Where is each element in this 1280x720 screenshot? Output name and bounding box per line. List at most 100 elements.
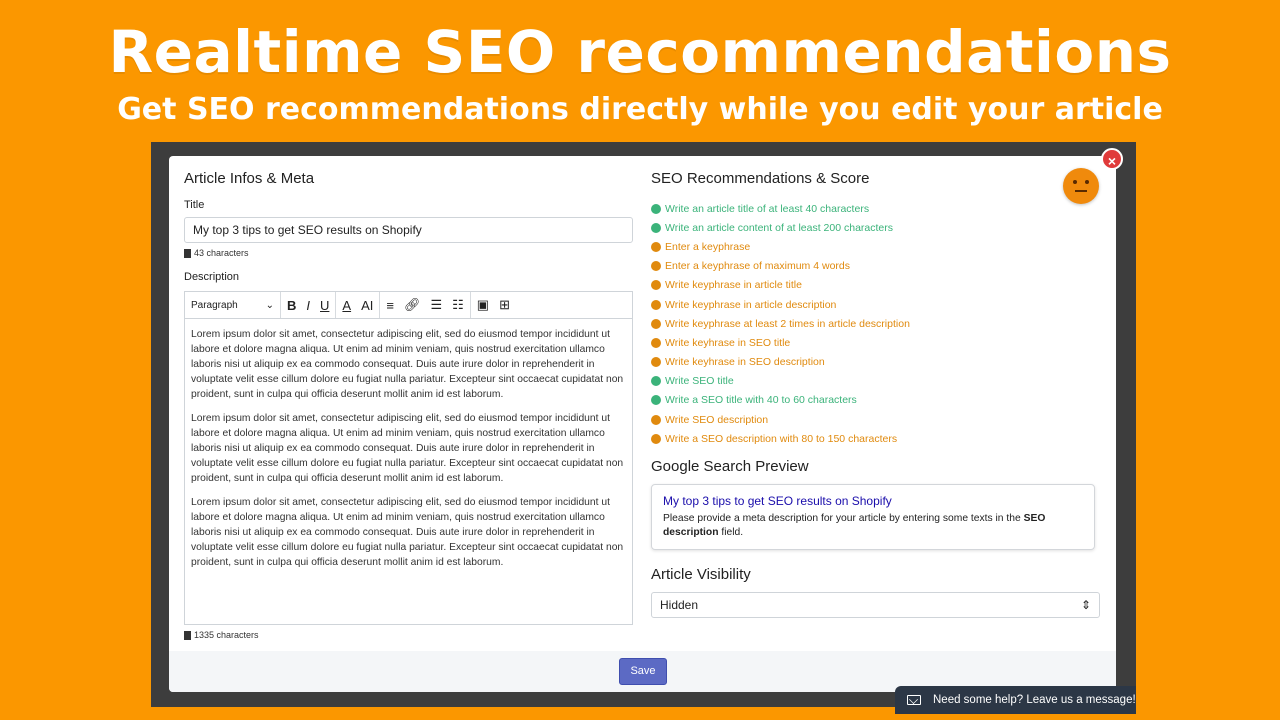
recommendation-list: Write an article title of at least 40 ch… bbox=[651, 199, 1101, 448]
title-char-counter: 43 characters bbox=[184, 248, 633, 258]
underline-button[interactable]: U bbox=[320, 298, 329, 313]
align-icon[interactable]: ≡ bbox=[386, 298, 394, 313]
link-icon[interactable]: 🔗︎ bbox=[404, 297, 421, 313]
recommendation-item: Write a SEO title with 40 to 60 characte… bbox=[651, 391, 1101, 410]
help-chat-button[interactable]: Need some help? Leave us a message! bbox=[895, 686, 1136, 714]
mail-icon bbox=[907, 695, 921, 705]
face-eye bbox=[1085, 180, 1089, 184]
recommendation-item: Enter a keyphrase of maximum 4 words bbox=[651, 257, 1101, 276]
recommendation-item: Write keyphrase in article description bbox=[651, 295, 1101, 314]
success-dot-icon bbox=[651, 222, 661, 233]
visibility-value: Hidden bbox=[660, 598, 699, 613]
google-search-preview: My top 3 tips to get SEO results on Shop… bbox=[651, 484, 1095, 551]
preview-description: Please provide a meta description for yo… bbox=[663, 512, 1083, 540]
success-dot-icon bbox=[651, 376, 661, 387]
warning-dot-icon bbox=[651, 299, 661, 310]
media-group: ▣ ⊞ bbox=[471, 292, 516, 318]
visibility-select[interactable]: Hidden ⇕ bbox=[651, 592, 1100, 619]
recommendation-item: Enter a keyphrase bbox=[651, 237, 1101, 256]
description-count: 1335 characters bbox=[194, 630, 259, 640]
title-label: Title bbox=[184, 199, 205, 211]
recommendation-item: Write an article title of at least 40 ch… bbox=[651, 199, 1101, 218]
face-mouth bbox=[1075, 190, 1087, 192]
warning-dot-icon bbox=[651, 337, 661, 348]
select-arrows-icon: ⇕ bbox=[1080, 598, 1091, 613]
font-color-button[interactable]: A bbox=[342, 298, 351, 313]
recommendation-item: Write a SEO description with 80 to 150 c… bbox=[651, 429, 1101, 448]
bold-button[interactable]: B bbox=[287, 298, 296, 313]
preview-desc-text: Please provide a meta description for yo… bbox=[663, 513, 1024, 525]
warning-dot-icon bbox=[651, 357, 661, 368]
warning-dot-icon bbox=[651, 318, 661, 329]
editor-toolbar: Paragraph ⌄ B I U A AI ≡ 🔗︎ ☰ ☷ ▣ ⊞ bbox=[185, 292, 632, 319]
recommendation-text: Write SEO title bbox=[665, 375, 734, 388]
rich-text-editor: Paragraph ⌄ B I U A AI ≡ 🔗︎ ☰ ☷ ▣ ⊞ Lore… bbox=[184, 291, 633, 625]
recommendation-text: Write keyphrase in article title bbox=[665, 279, 802, 292]
banner-subtitle: Get SEO recommendations directly while y… bbox=[117, 92, 1163, 127]
description-label: Description bbox=[184, 271, 240, 283]
title-count: 43 characters bbox=[194, 248, 249, 258]
bulleted-list-icon[interactable]: ☰ bbox=[430, 297, 442, 313]
editor-content[interactable]: Lorem ipsum dolor sit amet, consectetur … bbox=[185, 319, 632, 624]
recommendation-text: Write SEO description bbox=[665, 413, 769, 426]
recommendation-text: Write keyphrase in article description bbox=[665, 298, 837, 311]
help-label: Need some help? Leave us a message! bbox=[933, 694, 1136, 706]
recommendation-text: Write an article title of at least 40 ch… bbox=[665, 202, 870, 215]
font-size-button[interactable]: AI bbox=[361, 298, 373, 313]
image-icon[interactable]: ▣ bbox=[477, 297, 489, 313]
visibility-title: Article Visibility bbox=[651, 566, 751, 584]
preview-link: My top 3 tips to get SEO results on Shop… bbox=[663, 494, 892, 509]
text-style-group: B I U bbox=[281, 292, 337, 318]
recommendation-text: Write keyhrase in SEO title bbox=[665, 336, 791, 349]
recommendation-text: Write keyphrase at least 2 times in arti… bbox=[665, 317, 910, 330]
document-icon bbox=[184, 630, 191, 640]
banner-title: Realtime SEO recommendations bbox=[108, 18, 1172, 86]
italic-button[interactable]: I bbox=[306, 298, 310, 313]
paragraph: Lorem ipsum dolor sit amet, consectetur … bbox=[191, 329, 624, 400]
seo-score-face-icon bbox=[1063, 168, 1099, 204]
article-section-title: Article Infos & Meta bbox=[184, 170, 315, 187]
document-icon bbox=[184, 248, 191, 258]
preview-desc-end: field. bbox=[718, 527, 744, 539]
warning-dot-icon bbox=[651, 414, 661, 425]
recommendation-text: Enter a keyphrase bbox=[665, 240, 751, 253]
format-select-value: Paragraph bbox=[191, 299, 238, 311]
face-eye bbox=[1073, 180, 1077, 184]
recommendation-text: Enter a keyphrase of maximum 4 words bbox=[665, 260, 850, 273]
warning-dot-icon bbox=[651, 241, 661, 252]
title-input[interactable]: My top 3 tips to get SEO results on Shop… bbox=[184, 217, 633, 243]
recommendation-item: Write an article content of at least 200… bbox=[651, 218, 1101, 237]
chevron-down-icon: ⌄ bbox=[265, 299, 274, 311]
recommendation-text: Write a SEO description with 80 to 150 c… bbox=[665, 432, 898, 445]
recommendation-item: Write SEO description bbox=[651, 410, 1101, 429]
close-icon[interactable]: × bbox=[1101, 148, 1123, 170]
recommendation-text: Write a SEO title with 40 to 60 characte… bbox=[665, 394, 857, 407]
recommendation-item: Write keyphrase in article title bbox=[651, 276, 1101, 295]
numbered-list-icon[interactable]: ☷ bbox=[452, 297, 464, 313]
font-group: A AI bbox=[336, 292, 381, 318]
insert-group: ≡ 🔗︎ ☰ ☷ bbox=[380, 292, 471, 318]
success-dot-icon bbox=[651, 203, 661, 214]
recommendation-item: Write keyphrase at least 2 times in arti… bbox=[651, 314, 1101, 333]
warning-dot-icon bbox=[651, 261, 661, 272]
recommendation-item: Write SEO title bbox=[651, 372, 1101, 391]
warning-dot-icon bbox=[651, 433, 661, 444]
format-select[interactable]: Paragraph ⌄ bbox=[185, 292, 281, 318]
success-dot-icon bbox=[651, 395, 661, 406]
recommendation-item: Write keyhrase in SEO title bbox=[651, 333, 1101, 352]
article-infos-panel: Article Infos & Meta Title My top 3 tips… bbox=[184, 170, 633, 640]
seo-panel: SEO Recommendations & Score Write an art… bbox=[651, 168, 1101, 619]
google-preview-title: Google Search Preview bbox=[651, 458, 809, 476]
description-char-counter: 1335 characters bbox=[184, 630, 633, 640]
paragraph: Lorem ipsum dolor sit amet, consectetur … bbox=[191, 497, 624, 568]
warning-dot-icon bbox=[651, 280, 661, 291]
seo-section-title: SEO Recommendations & Score bbox=[651, 170, 870, 187]
save-button[interactable]: Save bbox=[619, 658, 667, 685]
recommendation-item: Write keyhrase in SEO description bbox=[651, 353, 1101, 372]
recommendation-text: Write an article content of at least 200… bbox=[665, 221, 894, 234]
app-frame: × Article Infos & Meta Title My top 3 ti… bbox=[151, 142, 1136, 707]
table-icon[interactable]: ⊞ bbox=[499, 297, 510, 313]
article-editor-modal: Article Infos & Meta Title My top 3 tips… bbox=[169, 156, 1116, 692]
recommendation-text: Write keyhrase in SEO description bbox=[665, 356, 825, 369]
paragraph: Lorem ipsum dolor sit amet, consectetur … bbox=[191, 413, 624, 484]
